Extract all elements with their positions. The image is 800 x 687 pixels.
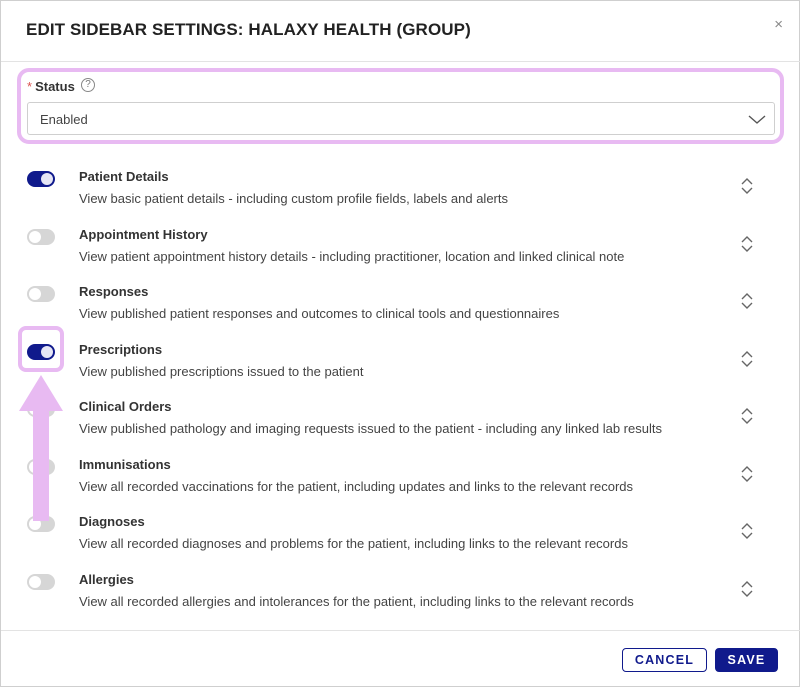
sidebar-item-description: View all recorded vaccinations for the p… <box>79 479 634 494</box>
sidebar-item-description: View published prescriptions issued to t… <box>79 364 364 379</box>
save-button[interactable]: SAVE <box>715 648 778 672</box>
sidebar-item-row: Clinical Orders View published pathology … <box>1 399 800 457</box>
cancel-button[interactable]: CANCEL <box>622 648 707 672</box>
arrow-up-icon <box>19 375 63 521</box>
sidebar-item-row: Diagnoses View all recorded diagnoses and… <box>1 514 800 572</box>
sidebar-item-row: Immunisations View all recorded vaccinati… <box>1 457 800 515</box>
sort-handle-icon[interactable] <box>740 177 754 195</box>
status-label: * Status <box>27 79 75 94</box>
toggle-knob <box>29 231 41 243</box>
modal-title: EDIT SIDEBAR SETTINGS: HALAXY HEALTH (GR… <box>26 20 471 39</box>
sort-handle-icon[interactable] <box>740 350 754 368</box>
sidebar-item-row: Patient Details View basic patient detail… <box>1 169 800 227</box>
sidebar-item-title: Immunisations <box>79 457 171 472</box>
modal-header: EDIT SIDEBAR SETTINGS: HALAXY HEALTH (GR… <box>1 1 800 62</box>
sidebar-item-title: Diagnoses <box>79 514 145 529</box>
sidebar-item-row: Allergies View all recorded allergies and… <box>1 572 800 630</box>
help-circle-icon[interactable]: ? <box>81 78 95 92</box>
status-select-value: Enabled <box>40 112 88 127</box>
sidebar-item-title: Responses <box>79 284 149 299</box>
sidebar-item-description: View basic patient details - including c… <box>79 191 508 206</box>
edit-sidebar-settings-modal: EDIT SIDEBAR SETTINGS: HALAXY HEALTH (GR… <box>0 0 800 687</box>
required-mark: * <box>27 79 33 94</box>
status-label-text: Status <box>35 79 75 94</box>
sidebar-item-toggle[interactable] <box>27 171 55 187</box>
sidebar-item-title: Appointment History <box>79 227 208 242</box>
sidebar-item-toggle[interactable] <box>27 286 55 302</box>
sidebar-item-title: Prescriptions <box>79 342 163 357</box>
sidebar-item-title: Allergies <box>79 572 134 587</box>
close-icon[interactable]: × <box>774 15 783 35</box>
sidebar-item-description: View patient appointment history details… <box>79 249 625 264</box>
toggle-knob <box>41 173 53 185</box>
sidebar-item-title: Patient Details <box>79 169 169 184</box>
chevron-down-icon <box>748 115 766 124</box>
sort-handle-icon[interactable] <box>740 235 754 253</box>
sidebar-item-description: View all recorded allergies and intolera… <box>79 594 634 609</box>
toggle-highlight-annotation <box>18 326 64 372</box>
toggle-knob <box>29 576 41 588</box>
sort-handle-icon[interactable] <box>740 292 754 310</box>
sidebar-item-row: Appointment History View patient appointm… <box>1 227 800 285</box>
sort-handle-icon[interactable] <box>740 580 754 598</box>
sidebar-item-toggle[interactable] <box>27 574 55 590</box>
sort-handle-icon[interactable] <box>740 407 754 425</box>
sidebar-item-title: Clinical Orders <box>79 399 172 414</box>
sidebar-item-row: Responses View published patient response… <box>1 284 800 342</box>
sidebar-item-description: View all recorded diagnoses and problems… <box>79 536 628 551</box>
sidebar-item-row: Prescriptions View published prescription… <box>1 342 800 400</box>
modal-footer: CANCEL SAVE <box>1 630 800 687</box>
sidebar-item-description: View published pathology and imaging req… <box>79 421 662 436</box>
sidebar-item-toggle[interactable] <box>27 229 55 245</box>
sort-handle-icon[interactable] <box>740 465 754 483</box>
sidebar-item-description: View published patient responses and out… <box>79 306 560 321</box>
sort-handle-icon[interactable] <box>740 522 754 540</box>
status-select[interactable]: Enabled <box>27 102 775 135</box>
toggle-knob <box>29 288 41 300</box>
